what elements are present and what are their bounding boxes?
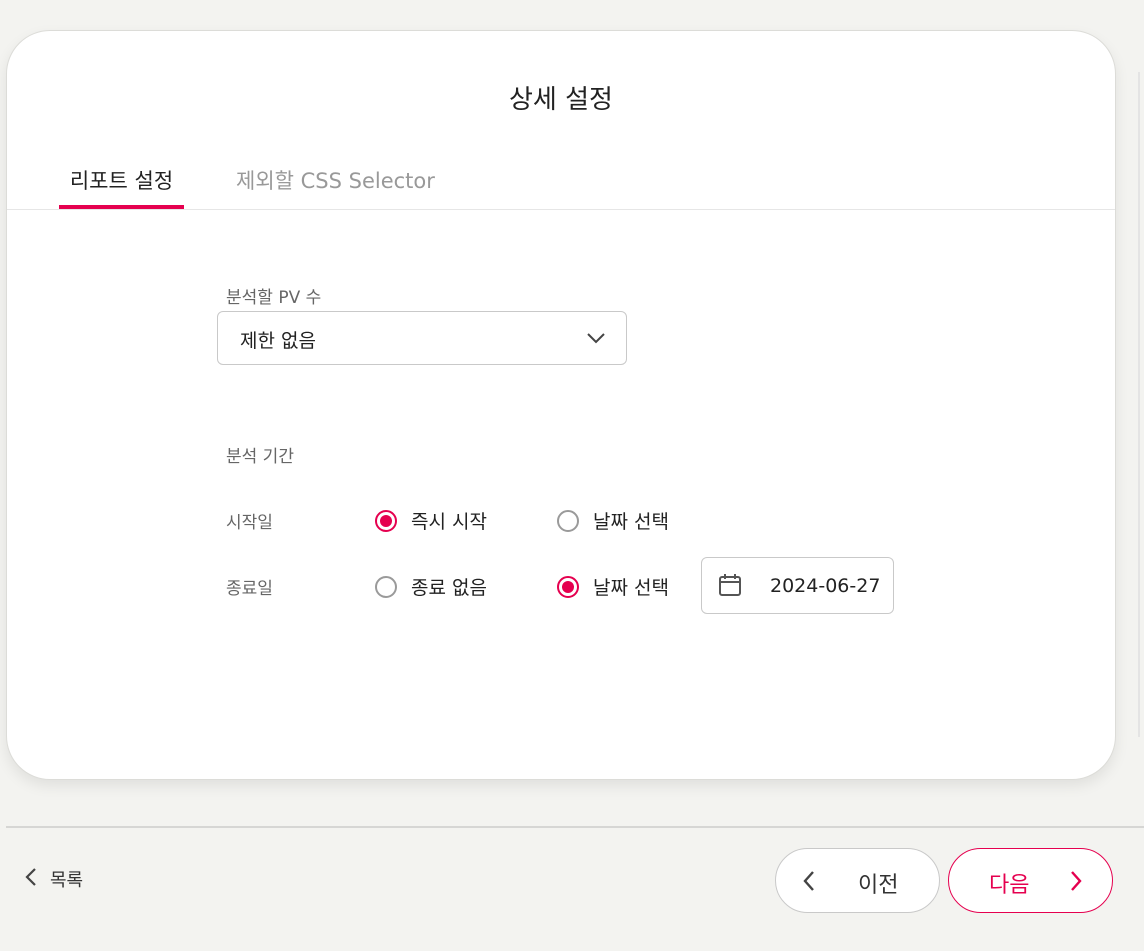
radio-label: 종료 없음 <box>411 577 487 599</box>
radio-no-end[interactable]: 종료 없음 <box>375 573 487 600</box>
back-to-list-button[interactable]: 목록 <box>24 866 83 892</box>
back-label: 목록 <box>50 870 84 891</box>
tab-report-settings[interactable]: 리포트 설정 <box>59 161 184 209</box>
radio-label: 즉시 시작 <box>411 511 487 533</box>
footer-divider <box>6 826 1144 828</box>
radio-start-select-date[interactable]: 날짜 선택 <box>557 507 669 534</box>
previous-label: 이전 <box>858 873 899 898</box>
radio-start-immediately[interactable]: 즉시 시작 <box>375 507 487 534</box>
end-date-label: 종료일 <box>226 579 273 599</box>
tab-label: 제외할 CSS Selector <box>236 169 435 193</box>
tab-bar: 리포트 설정 제외할 CSS Selector <box>7 161 1115 210</box>
dialog-title: 상세 설정 <box>509 85 613 115</box>
chevron-left-icon <box>802 869 816 897</box>
period-label: 분석 기간 <box>226 447 294 467</box>
next-button[interactable]: 다음 <box>948 848 1113 913</box>
tab-label: 리포트 설정 <box>69 169 174 193</box>
next-label: 다음 <box>989 873 1030 898</box>
calendar-icon <box>718 572 742 602</box>
radio-selected-icon <box>557 575 579 598</box>
active-tab-indicator <box>59 205 184 209</box>
end-date-value: 2024-06-27 <box>770 575 881 597</box>
scrollbar-track[interactable] <box>1138 72 1140 737</box>
chevron-left-icon <box>24 866 38 892</box>
settings-dialog: 상세 설정 리포트 설정 제외할 CSS Selector 분석할 PV 수 제… <box>6 30 1116 780</box>
end-date-picker[interactable]: 2024-06-27 <box>701 557 894 614</box>
pv-count-select[interactable]: 제한 없음 <box>217 311 627 365</box>
radio-end-select-date[interactable]: 날짜 선택 <box>557 573 669 600</box>
radio-unselected-icon <box>557 509 579 532</box>
radio-selected-icon <box>375 509 397 532</box>
radio-label: 날짜 선택 <box>593 577 669 599</box>
chevron-down-icon <box>586 330 606 349</box>
previous-button[interactable]: 이전 <box>775 848 940 913</box>
chevron-right-icon <box>1069 869 1083 897</box>
tab-excluded-css-selector[interactable]: 제외할 CSS Selector <box>236 161 435 207</box>
radio-unselected-icon <box>375 575 397 598</box>
start-date-label: 시작일 <box>226 513 273 533</box>
pv-count-label: 분석할 PV 수 <box>226 288 322 308</box>
radio-label: 날짜 선택 <box>593 511 669 533</box>
pv-count-value: 제한 없음 <box>240 330 316 352</box>
